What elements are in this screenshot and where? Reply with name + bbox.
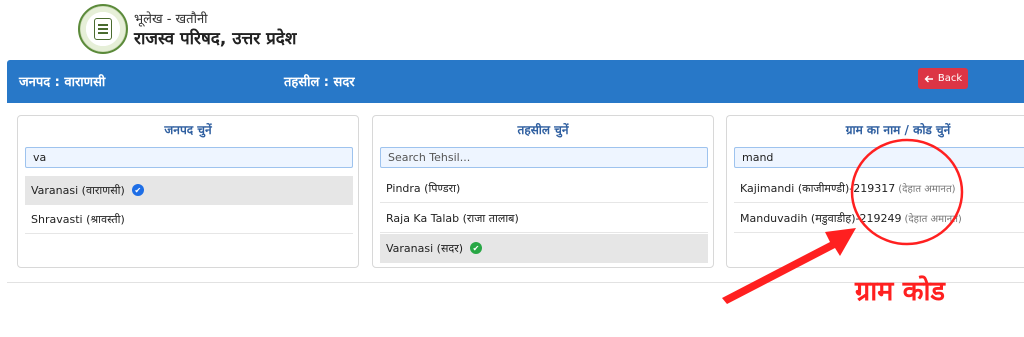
district-item-varanasi[interactable]: Varanasi (वाराणसी) ✔ — [25, 176, 353, 205]
selection-bar: जनपद : वाराणसी तहसील : सदर Back — [7, 60, 1024, 103]
gram-code-annotation: ग्राम कोड — [855, 276, 945, 307]
tehsil-search-input[interactable] — [380, 147, 708, 168]
tehsil-panel-title: तहसील चुनें — [517, 123, 569, 137]
tehsil-item-pindra[interactable]: Pindra (पिण्डरा) — [380, 174, 708, 203]
district-item-label: Varanasi (वाराणसी) — [31, 183, 125, 197]
site-header: भूलेख - खतौनी राजस्व परिषद, उत्तर प्रदेश — [0, 0, 1024, 58]
district-item-label: Shravasti (श्रावस्ती) — [31, 212, 125, 226]
tehsil-item-label: Pindra (पिण्डरा) — [386, 181, 461, 195]
back-button[interactable]: Back — [918, 68, 968, 89]
village-item-suffix: (देहात अमानत) — [898, 184, 956, 195]
emblem-logo — [78, 4, 128, 54]
village-item-manduvadih[interactable]: Manduvadih (मडुवाडीह)-219249 (देहात अमान… — [734, 204, 1024, 233]
village-item-label: Manduvadih (मडुवाडीह)-219249 — [740, 211, 902, 225]
district-search-input[interactable] — [25, 147, 353, 168]
site-subtitle: भूलेख - खतौनी — [134, 12, 208, 27]
village-item-kajimandi[interactable]: Kajimandi (काजीमण्डी)-219317 (देहात अमान… — [734, 174, 1024, 203]
tehsil-label: तहसील : सदर — [284, 75, 355, 90]
district-item-shravasti[interactable]: Shravasti (श्रावस्ती) — [25, 205, 353, 234]
tehsil-panel: तहसील चुनें Pindra (पिण्डरा) Raja Ka Tal… — [372, 115, 714, 268]
back-button-label: Back — [937, 73, 963, 84]
village-panel-title: ग्राम का नाम / कोड चुनें — [845, 123, 951, 137]
village-item-label: Kajimandi (काजीमण्डी)-219317 — [740, 181, 896, 195]
village-item-suffix: (देहात अमानत) — [904, 214, 962, 225]
site-title: राजस्व परिषद, उत्तर प्रदेश — [134, 29, 297, 49]
tehsil-item-label: Varanasi (सदर) — [386, 241, 464, 255]
district-panel-title: जनपद चुनें — [164, 123, 212, 137]
check-circle-icon: ✔ — [470, 242, 483, 254]
arrow-left-icon — [924, 75, 933, 82]
village-search-input[interactable] — [734, 147, 1024, 168]
check-circle-icon: ✔ — [131, 184, 144, 196]
district-panel: जनपद चुनें Varanasi (वाराणसी) ✔ Shravast… — [17, 115, 359, 268]
tehsil-item-varanasi[interactable]: Varanasi (सदर) ✔ — [380, 234, 708, 263]
village-panel: ग्राम का नाम / कोड चुनें Kajimandi (काजी… — [726, 115, 1024, 268]
tehsil-item-label: Raja Ka Talab (राजा तालाब) — [386, 211, 519, 225]
district-label: जनपद : वाराणसी — [19, 75, 106, 90]
tehsil-item-raja-ka-talab[interactable]: Raja Ka Talab (राजा तालाब) — [380, 204, 708, 233]
